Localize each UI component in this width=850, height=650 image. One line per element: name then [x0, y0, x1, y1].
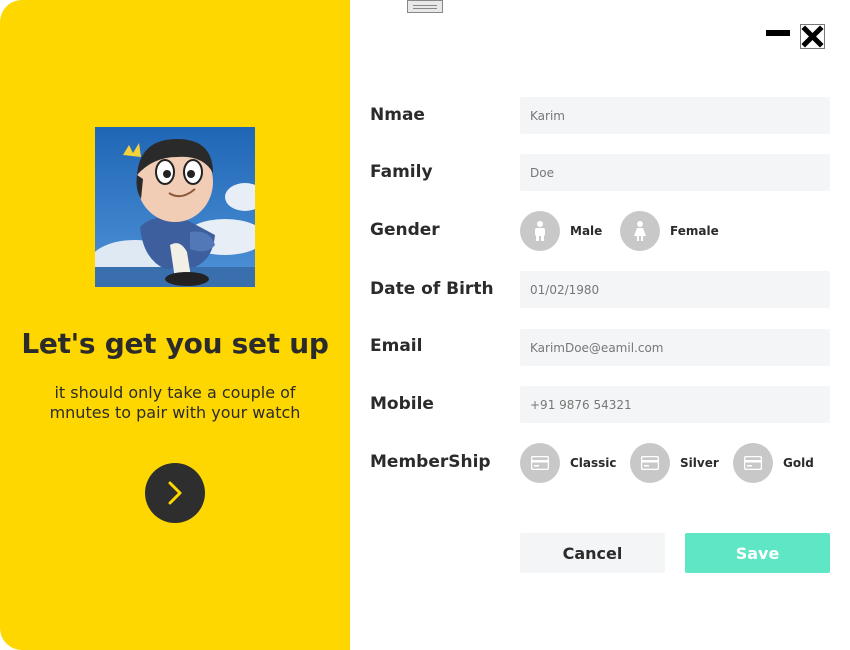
email-label: Email: [370, 336, 423, 356]
gender-label: Gender: [370, 220, 440, 240]
gender-female-label: Female: [670, 224, 719, 238]
email-field[interactable]: [520, 329, 830, 366]
dob-field[interactable]: [520, 271, 830, 308]
card-icon: [733, 443, 773, 483]
chevron-right-icon: [168, 481, 182, 505]
gender-male-label: Male: [570, 224, 603, 238]
name-field[interactable]: [520, 97, 830, 134]
mobile-field[interactable]: [520, 386, 830, 423]
dob-label: Date of Birth: [370, 279, 494, 299]
minimize-icon: [765, 29, 790, 36]
membership-silver-option[interactable]: Silver: [630, 443, 719, 483]
card-icon: [520, 443, 560, 483]
membership-classic-label: Classic: [570, 456, 617, 470]
avatar: [95, 127, 255, 287]
gender-male-option[interactable]: Male: [520, 211, 602, 251]
subtitle: it should only take a couple of mnutes t…: [49, 383, 301, 422]
setup-window: Let's get you set up it should only take…: [0, 0, 850, 650]
cancel-button[interactable]: Cancel: [520, 533, 665, 573]
page-title: Let's get you set up: [21, 327, 329, 360]
membership-classic-option[interactable]: Classic: [520, 443, 617, 483]
gender-female-option[interactable]: Female: [620, 211, 719, 251]
family-label: Family: [370, 162, 433, 182]
male-icon: [520, 211, 560, 251]
save-button[interactable]: Save: [685, 533, 830, 573]
membership-label: MemberShip: [370, 452, 491, 472]
membership-gold-label: Gold: [783, 456, 814, 470]
mobile-label: Mobile: [370, 394, 434, 414]
family-field[interactable]: [520, 154, 830, 191]
close-icon: [801, 25, 824, 48]
close-button[interactable]: [800, 24, 825, 49]
drag-handle[interactable]: [407, 0, 443, 13]
intro-panel: Let's get you set up it should only take…: [0, 0, 350, 650]
female-icon: [620, 211, 660, 251]
card-icon: [630, 443, 670, 483]
minimize-button[interactable]: [765, 28, 790, 37]
membership-gold-option[interactable]: Gold: [733, 443, 814, 483]
membership-silver-label: Silver: [680, 456, 719, 470]
name-label: Nmae: [370, 105, 425, 125]
next-button[interactable]: [145, 463, 205, 523]
